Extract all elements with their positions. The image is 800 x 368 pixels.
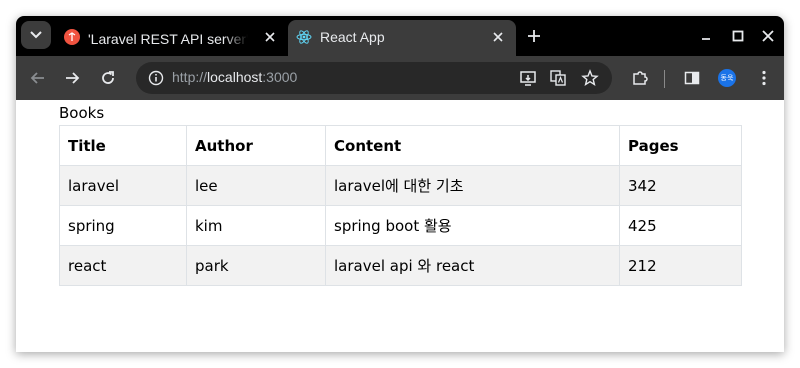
translate-icon[interactable] <box>548 68 568 88</box>
column-header-content: Content <box>325 125 620 166</box>
minimize-icon[interactable] <box>696 26 716 46</box>
table-row: laravel lee laravel에 대한 기초 342 <box>59 165 742 206</box>
table-row: spring kim spring boot 활용 425 <box>59 205 742 246</box>
column-header-title: Title <box>59 125 187 166</box>
browser-toolbar: http://localhost:3000 동욱 <box>16 56 784 100</box>
cell-content: spring boot 활용 <box>325 205 620 246</box>
tab-strip: 'Laravel REST API server' 카 React App <box>16 16 784 56</box>
cell-content: laravel에 대한 기초 <box>325 165 620 206</box>
table-row: react park laravel api 와 react 212 <box>59 245 742 286</box>
tab-title: 'Laravel REST API server' 카 <box>88 31 248 47</box>
side-panel-icon[interactable] <box>682 68 702 88</box>
tab-title: React App <box>320 29 385 45</box>
column-header-author: Author <box>186 125 326 166</box>
url-host: localhost <box>207 69 263 85</box>
install-app-icon[interactable] <box>518 68 538 88</box>
cell-title: react <box>59 245 187 286</box>
table-header-row: Title Author Content Pages <box>59 125 742 166</box>
address-bar[interactable]: http://localhost:3000 <box>136 62 612 94</box>
profile-avatar[interactable]: 동욱 <box>718 69 736 87</box>
books-table: Title Author Content Pages laravel lee l… <box>59 125 742 286</box>
browser-window: 'Laravel REST API server' 카 React App ht… <box>16 16 784 352</box>
cell-author: kim <box>186 205 326 246</box>
forward-arrow-icon[interactable] <box>62 68 82 88</box>
cell-author: park <box>186 245 326 286</box>
toolbar-divider <box>664 70 665 88</box>
tab-search-button[interactable] <box>21 21 51 49</box>
cell-pages: 425 <box>619 205 742 246</box>
window-close-icon[interactable] <box>758 26 778 46</box>
maximize-icon[interactable] <box>728 26 748 46</box>
url-scheme: http:// <box>172 69 208 85</box>
column-header-pages: Pages <box>619 125 742 166</box>
close-icon[interactable] <box>262 29 278 45</box>
tab-react-app[interactable]: React App <box>288 20 516 56</box>
page-heading: Books <box>59 104 105 122</box>
extensions-puzzle-icon[interactable] <box>630 68 650 88</box>
cell-pages: 342 <box>619 165 742 206</box>
new-tab-plus-icon[interactable] <box>524 26 544 46</box>
reload-icon[interactable] <box>98 68 118 88</box>
cell-pages: 212 <box>619 245 742 286</box>
react-logo-icon <box>296 30 312 44</box>
site-info-icon[interactable] <box>148 70 164 86</box>
more-menu-icon[interactable] <box>754 68 774 88</box>
cell-title: spring <box>59 205 187 246</box>
tab-laravel[interactable]: 'Laravel REST API server' 카 <box>56 20 288 56</box>
chevron-down-icon <box>30 31 42 39</box>
url-port: :3000 <box>262 69 298 85</box>
bookmark-star-icon[interactable] <box>580 68 600 88</box>
back-arrow-icon[interactable] <box>28 68 48 88</box>
page-content: Books Title Author Content Pages laravel… <box>16 100 784 352</box>
close-icon[interactable] <box>490 29 506 45</box>
url-text[interactable]: http://localhost:3000 <box>172 69 297 85</box>
cell-title: laravel <box>59 165 187 206</box>
cell-content: laravel api 와 react <box>325 245 620 286</box>
cell-author: lee <box>186 165 326 206</box>
laravel-favicon-icon <box>64 29 80 45</box>
